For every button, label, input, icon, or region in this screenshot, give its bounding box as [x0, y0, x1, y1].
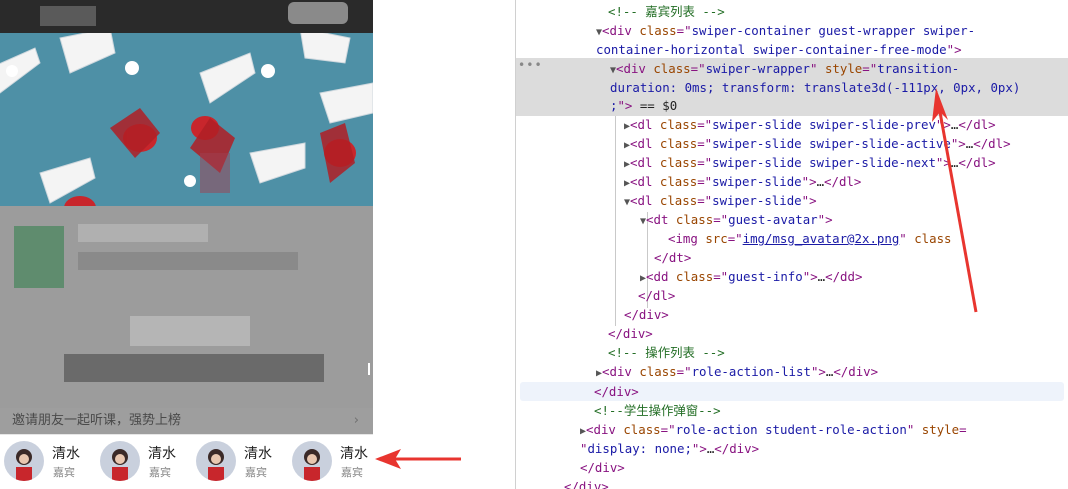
invite-friends-row[interactable]: 邀请朋友一起听课，强势上榜 › [0, 408, 373, 434]
blurred-block [64, 354, 324, 382]
blurred-title [40, 6, 96, 26]
dom-node-swiper-wrapper[interactable]: ▼<div class="swiper-wrapper" style="tran… [610, 59, 959, 78]
blurred-header-area [288, 2, 348, 24]
guest-avatar [196, 441, 236, 481]
dom-node-swiper-container[interactable]: ▼<div class="swiper-container guest-wrap… [596, 21, 975, 40]
guest-role: 嘉宾 [341, 466, 363, 479]
dom-close-dl: </dl> [638, 288, 676, 303]
dom-comment[interactable]: <!-- 操作列表 --> [608, 343, 725, 362]
guest-avatar [292, 441, 332, 481]
guest-avatar [100, 441, 140, 481]
dom-close-div: </div> [624, 307, 669, 322]
mobile-preview: 邀请朋友一起听课，强势上榜 › 清水 嘉宾 清水 嘉宾 清水 嘉宾 清水 嘉宾 [0, 0, 373, 489]
dom-close-div: </div> [564, 479, 609, 489]
guest-name: 清水 [52, 446, 80, 462]
dom-comment[interactable]: <!-- 嘉宾列表 --> [608, 2, 725, 21]
invite-text: 邀请朋友一起听课，强势上榜 [12, 413, 182, 428]
blank-gap [373, 0, 516, 489]
dom-close-div: </div> [608, 326, 653, 341]
banner-image [0, 33, 373, 206]
guest-list: 清水 嘉宾 清水 嘉宾 清水 嘉宾 清水 嘉宾 [0, 434, 373, 489]
dom-node-slide[interactable]: ▶<dl class="swiper-slide swiper-slide-ac… [624, 134, 1011, 153]
red-arrow-annotation [375, 449, 461, 469]
blurred-thumbnail [14, 226, 64, 288]
screenshot-root: 邀请朋友一起听课，强势上榜 › 清水 嘉宾 清水 嘉宾 清水 嘉宾 清水 嘉宾 … [0, 0, 1068, 489]
scrollbar-thumb[interactable] [368, 363, 370, 375]
more-icon[interactable]: ••• [518, 58, 543, 72]
dom-node-continuation: container-horizontal swiper-container-fr… [596, 42, 962, 57]
dom-node-dd[interactable]: ▶<dd class="guest-info">…</dd> [640, 267, 862, 286]
dom-node-style-continuation: "display: none;">…</div> [580, 441, 760, 456]
blurred-block [130, 316, 250, 346]
devtools-elements-panel: ••• <!-- 嘉宾列表 --> ▼<div class="swiper-co… [516, 0, 1068, 489]
guest-avatar [4, 441, 44, 481]
dom-node-slide[interactable]: ▶<dl class="swiper-slide swiper-slide-pr… [624, 115, 996, 134]
dom-node-slide[interactable]: ▶<dl class="swiper-slide">…</dl> [624, 172, 861, 191]
blurred-text-line [78, 224, 208, 242]
dom-node-slide[interactable]: ▶<dl class="swiper-slide swiper-slide-ne… [624, 153, 996, 172]
blurred-course-card [0, 206, 373, 432]
guest-role: 嘉宾 [53, 466, 75, 479]
dom-node-style-value: duration: 0ms; transform: translate3d(-1… [610, 80, 1021, 95]
dom-comment[interactable]: <!--学生操作弹窗--> [594, 401, 721, 420]
dom-node-img[interactable]: <img src="img/msg_avatar@2x.png" class [668, 229, 952, 248]
guest-name: 清水 [148, 446, 176, 462]
chevron-right-icon: › [353, 413, 359, 428]
dom-close-dt: </dt> [654, 250, 692, 265]
shuttlecock-pattern [0, 33, 373, 206]
guest-name: 清水 [340, 446, 368, 462]
blurred-text-line [78, 252, 298, 270]
guest-name: 清水 [244, 446, 272, 462]
dom-node-slide-open[interactable]: ▼<dl class="swiper-slide"> [624, 191, 817, 210]
dom-node-style-end: ;"> == $0 [610, 98, 678, 113]
tree-guide-line [615, 116, 616, 326]
dom-node-dt[interactable]: ▼<dt class="guest-avatar"> [640, 210, 833, 229]
phone-top-bar [0, 0, 373, 33]
guest-role: 嘉宾 [149, 466, 171, 479]
dom-close-div: </div> [580, 460, 625, 475]
guest-role: 嘉宾 [245, 466, 267, 479]
img-src-link[interactable]: img/msg_avatar@2x.png [743, 231, 900, 246]
dom-close-div: </div> [594, 384, 639, 399]
dom-node-action-list[interactable]: ▶<div class="role-action-list">…</div> [596, 362, 878, 381]
dom-node-student-action[interactable]: ▶<div class="role-action student-role-ac… [580, 420, 967, 439]
